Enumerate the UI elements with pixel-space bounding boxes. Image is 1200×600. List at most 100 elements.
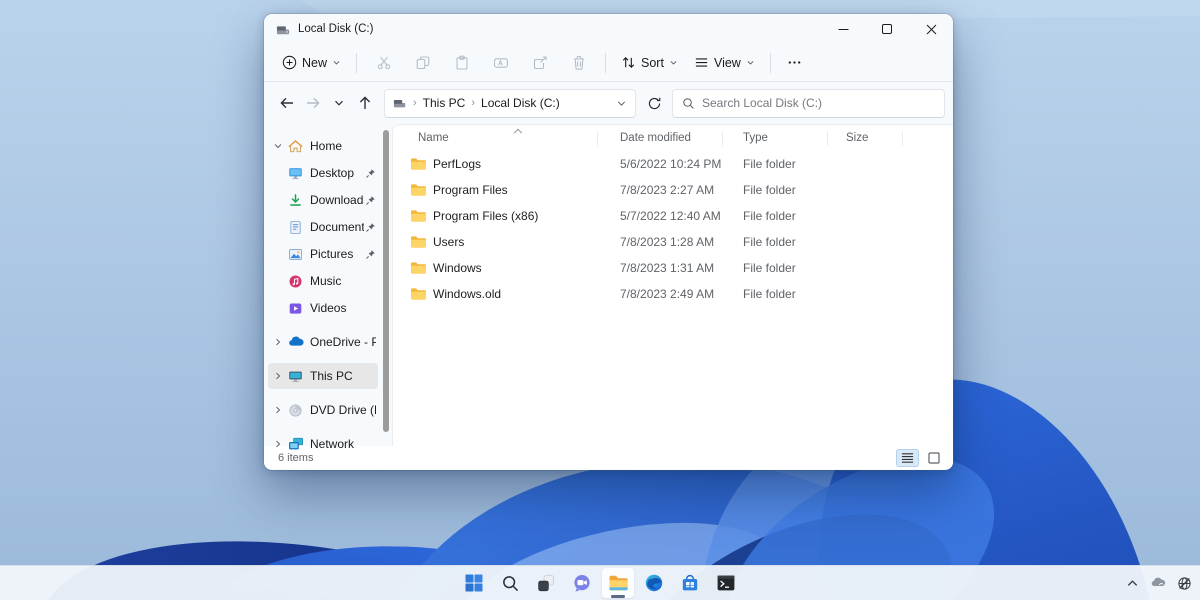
see-more-button[interactable]: [778, 49, 812, 77]
back-button[interactable]: [274, 90, 300, 116]
sort-button[interactable]: Sort: [613, 50, 686, 75]
sidebar-item-label: Desktop: [310, 166, 364, 180]
close-button[interactable]: [909, 14, 953, 44]
window-body: Home Desktop Downloads: [264, 124, 953, 446]
sidebar-item-dvd-drive[interactable]: DVD Drive (D:) C: [268, 397, 378, 423]
chat-icon: [572, 573, 592, 593]
up-button[interactable]: [352, 90, 378, 116]
breadcrumb-this-pc[interactable]: This PC: [423, 96, 466, 110]
new-button[interactable]: New: [274, 50, 349, 75]
sidebar-item-downloads[interactable]: Downloads: [268, 187, 378, 213]
chevron-right-icon[interactable]: [272, 439, 284, 449]
rename-button[interactable]: [481, 49, 520, 77]
search-input[interactable]: [702, 96, 935, 110]
file-row-program-files-x86[interactable]: Program Files (x86) 5/7/2022 12:40 AM Fi…: [393, 203, 953, 229]
sidebar-item-pictures[interactable]: Pictures: [268, 241, 378, 267]
folder-icon: [410, 235, 427, 249]
hidden-icons-chevron[interactable]: [1126, 577, 1139, 590]
edge-button[interactable]: [638, 568, 670, 598]
large-icons-view-button[interactable]: [922, 449, 945, 467]
folder-icon: [410, 261, 427, 275]
folder-icon: [410, 157, 427, 171]
cut-icon: [376, 55, 392, 71]
column-header-size[interactable]: Size: [828, 131, 903, 146]
downloads-icon: [287, 193, 304, 208]
maximize-button[interactable]: [865, 14, 909, 44]
copy-button[interactable]: [403, 49, 442, 77]
share-button[interactable]: [520, 49, 559, 77]
view-button[interactable]: View: [686, 50, 763, 75]
column-headers: Name Date modified Type Size: [393, 125, 953, 151]
chevron-right-icon[interactable]: [272, 405, 284, 415]
chevron-right-icon[interactable]: [272, 337, 284, 347]
store-icon: [680, 573, 700, 593]
column-header-date-modified[interactable]: Date modified: [598, 131, 723, 146]
file-row-windows-old[interactable]: Windows.old 7/8/2023 2:49 AM File folder: [393, 281, 953, 307]
onedrive-tray-icon[interactable]: [1150, 575, 1166, 591]
windows-logo-icon: [464, 573, 484, 593]
details-view-button[interactable]: [896, 449, 919, 467]
sidebar-item-label: Videos: [310, 301, 364, 315]
sidebar-scrollbar[interactable]: [380, 124, 392, 446]
sort-ascending-icon: [513, 126, 523, 138]
column-header-type[interactable]: Type: [723, 131, 828, 146]
address-dropdown-icon[interactable]: [616, 98, 627, 109]
sidebar-item-label: Documents: [310, 220, 364, 234]
chevron-down-icon: [669, 58, 678, 67]
taskbar: [0, 565, 1200, 600]
file-row-windows[interactable]: Windows 7/8/2023 1:31 AM File folder: [393, 255, 953, 281]
documents-icon: [287, 220, 304, 235]
sidebar-item-home[interactable]: Home: [268, 133, 378, 159]
recent-locations-button[interactable]: [326, 90, 352, 116]
paste-button[interactable]: [442, 49, 481, 77]
task-view-button[interactable]: [530, 568, 562, 598]
scrollbar-thumb[interactable]: [383, 130, 389, 432]
chevron-right-icon[interactable]: [272, 371, 284, 381]
command-bar: New: [264, 44, 953, 82]
column-header-name[interactable]: Name: [393, 131, 598, 146]
file-row-program-files[interactable]: Program Files 7/8/2023 2:27 AM File fold…: [393, 177, 953, 203]
breadcrumb[interactable]: › This PC › Local Disk (C:): [384, 89, 636, 118]
chevron-down-icon[interactable]: [272, 141, 284, 151]
no-internet-icon[interactable]: [1177, 576, 1192, 591]
chat-button[interactable]: [566, 568, 598, 598]
titlebar[interactable]: Local Disk (C:): [264, 14, 953, 44]
toolbar-separator: [770, 53, 771, 73]
this-pc-icon: [287, 369, 304, 384]
search-taskbar-button[interactable]: [494, 568, 526, 598]
sidebar-item-label: Music: [310, 274, 364, 288]
task-view-icon: [536, 573, 556, 593]
sidebar-item-onedrive[interactable]: OneDrive - Perso: [268, 329, 378, 355]
breadcrumb-local-disk[interactable]: Local Disk (C:): [481, 96, 560, 110]
minimize-button[interactable]: [821, 14, 865, 44]
toolbar-separator: [605, 53, 606, 73]
sidebar-item-label: Pictures: [310, 247, 364, 261]
file-row-users[interactable]: Users 7/8/2023 1:28 AM File folder: [393, 229, 953, 255]
file-explorer-taskbar-button[interactable]: [602, 568, 634, 598]
dvd-icon: [287, 403, 304, 418]
ellipsis-icon: [787, 55, 802, 70]
sidebar-item-videos[interactable]: Videos: [268, 295, 378, 321]
start-button[interactable]: [458, 568, 490, 598]
pin-icon: [364, 195, 376, 206]
delete-button[interactable]: [559, 49, 598, 77]
sidebar-item-this-pc[interactable]: This PC: [268, 363, 378, 389]
view-icon: [694, 55, 709, 70]
cut-button[interactable]: [364, 49, 403, 77]
forward-button[interactable]: [300, 90, 326, 116]
pin-icon: [364, 249, 376, 260]
paste-icon: [454, 55, 470, 71]
sidebar-item-desktop[interactable]: Desktop: [268, 160, 378, 186]
edge-icon: [644, 573, 664, 593]
terminal-button[interactable]: [710, 568, 742, 598]
refresh-button[interactable]: [641, 90, 667, 116]
search-icon: [501, 574, 520, 593]
window-title: Local Disk (C:): [298, 23, 373, 35]
microsoft-store-button[interactable]: [674, 568, 706, 598]
sidebar-item-music[interactable]: Music: [268, 268, 378, 294]
sidebar-item-label: DVD Drive (D:) C: [310, 403, 376, 417]
sidebar-item-documents[interactable]: Documents: [268, 214, 378, 240]
file-row-perflogs[interactable]: PerfLogs 5/6/2022 10:24 PM File folder: [393, 151, 953, 177]
search-box[interactable]: [672, 89, 945, 118]
file-list-panel: Name Date modified Type Size PerfLogs 5/…: [392, 124, 953, 446]
